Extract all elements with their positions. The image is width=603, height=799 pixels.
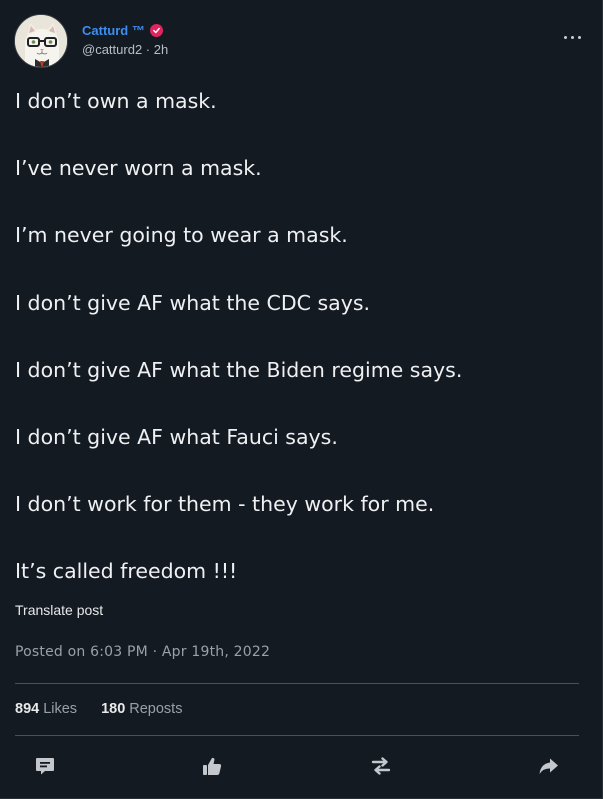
repost-icon[interactable]	[368, 753, 394, 779]
verified-badge-icon	[149, 24, 163, 37]
separator-dot: ·	[145, 42, 154, 57]
post-paragraph: I don’t work for them - they work for me…	[15, 492, 435, 517]
comment-icon[interactable]	[32, 753, 58, 779]
post-paragraph: I don’t give AF what Fauci says.	[15, 424, 338, 449]
post-paragraph: I don’t own a mask.	[15, 89, 217, 113]
posted-timestamp: Posted on 6:03 PM · Apr 19th, 2022	[15, 644, 271, 660]
author-avatar[interactable]	[14, 14, 68, 68]
translate-post-link[interactable]: Translate post	[15, 602, 103, 618]
post-header: Catturd ™ @catturd2 · 2h	[14, 14, 588, 70]
likes-label: Likes	[43, 701, 78, 717]
likes-stat[interactable]: 894 Likes	[15, 701, 77, 717]
post-stats: 894 Likes 180 Reposts	[15, 701, 182, 717]
author-name-row: Catturd ™	[82, 23, 163, 38]
action-bar	[0, 753, 603, 781]
author-handle[interactable]: @catturd2	[82, 42, 142, 57]
divider	[15, 683, 579, 684]
post-paragraph: I don’t give AF what the Biden regime sa…	[15, 357, 463, 382]
thumbs-up-icon[interactable]	[199, 753, 225, 779]
reposts-stat[interactable]: 180 Reposts	[101, 701, 182, 717]
share-icon[interactable]	[535, 753, 561, 779]
cat-avatar-image	[15, 15, 67, 67]
divider	[15, 735, 579, 736]
more-options-icon[interactable]	[558, 28, 586, 46]
reposts-count: 180	[101, 701, 126, 717]
post-paragraph: I’m never going to wear a mask.	[15, 223, 348, 248]
likes-count: 894	[15, 701, 40, 717]
post-time-ago[interactable]: 2h	[154, 42, 168, 57]
post-paragraph: I don’t give AF what the CDC says.	[15, 290, 371, 315]
author-display-name[interactable]: Catturd ™	[82, 23, 145, 38]
post-paragraph: I’ve never worn a mask.	[15, 156, 262, 181]
post-card: Catturd ™ @catturd2 · 2h I don’t own a m…	[0, 0, 603, 799]
reposts-label: Reposts	[129, 701, 183, 717]
post-body: I don’t own a mask. I’ve never worn a ma…	[15, 86, 588, 624]
author-handle-row: @catturd2 · 2h	[82, 42, 168, 57]
